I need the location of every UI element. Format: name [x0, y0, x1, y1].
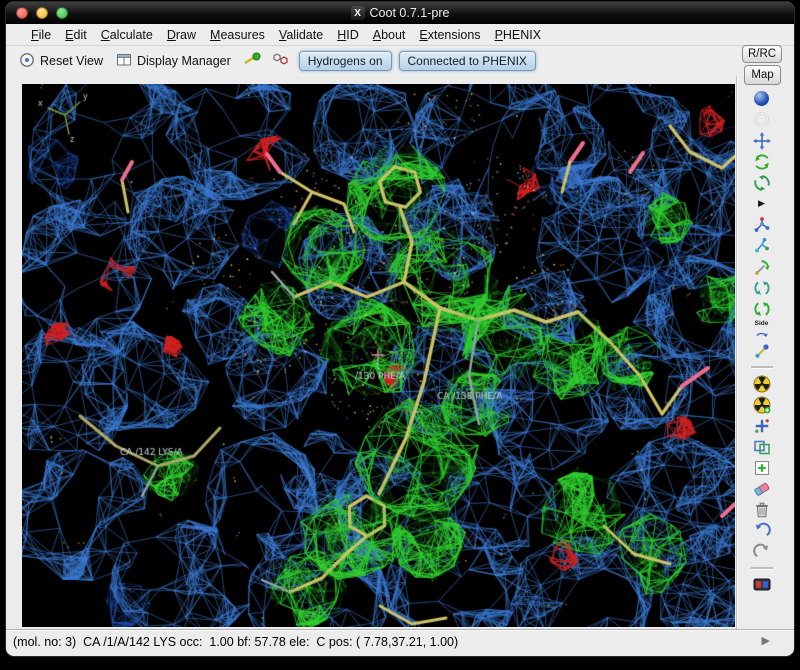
redo-icon[interactable] — [749, 541, 775, 562]
content-area: ▶ Side ▶ — [6, 76, 794, 629]
hydrogens-toggle-button[interactable]: Hydrogens on — [299, 51, 392, 71]
menu-extensions[interactable]: Extensions — [412, 26, 487, 44]
menu-about[interactable]: About — [366, 26, 413, 44]
menu-hid[interactable]: HID — [330, 26, 366, 44]
more-tools-arrow-icon[interactable]: ▶ — [749, 193, 775, 214]
window-title-area: X Coot 0.7.1-pre — [6, 6, 794, 20]
torsion-general-icon[interactable] — [749, 277, 775, 298]
reset-view-label: Reset View — [40, 54, 103, 68]
rotamers-icon[interactable] — [749, 235, 775, 256]
recentring-icon[interactable] — [749, 109, 775, 130]
statusbar: (mol. no: 3) CA /1/A/142 LYS occ: 1.00 b… — [6, 629, 794, 653]
display-manager-icon — [116, 52, 132, 71]
coot-window: X Coot 0.7.1-pre File Edit Calculate Dra… — [6, 2, 794, 656]
titlebar: X Coot 0.7.1-pre — [6, 2, 794, 24]
reset-view-icon — [19, 52, 35, 71]
add-terminal-residue-icon[interactable] — [749, 415, 775, 436]
real-space-refine-zone-icon[interactable] — [749, 151, 775, 172]
main-toolbar: Reset View Display Manager Hydrogens on … — [6, 46, 794, 76]
window-title: Coot 0.7.1-pre — [370, 6, 450, 20]
flip-peptide-icon[interactable] — [749, 298, 775, 319]
refinement-sphere-icon[interactable] — [749, 88, 775, 109]
map-button[interactable]: Map — [744, 65, 781, 85]
menubar: File Edit Calculate Draw Measures Valida… — [6, 24, 794, 46]
menu-measures[interactable]: Measures — [203, 26, 272, 44]
toolbar-overflow-icon[interactable]: ▶ — [762, 636, 770, 647]
delete-item-icon[interactable] — [749, 499, 775, 520]
menu-file[interactable]: File — [24, 26, 58, 44]
side-chain-flip-icon[interactable]: Side — [749, 319, 775, 340]
run-refmac-icon[interactable] — [749, 373, 775, 394]
edit-chi-angles-icon[interactable] — [749, 256, 775, 277]
minimize-button[interactable] — [36, 7, 48, 19]
menu-calculate[interactable]: Calculate — [94, 26, 160, 44]
status-text: (mol. no: 3) CA /1/A/142 LYS occ: 1.00 b… — [13, 635, 458, 649]
stereo-mode-icon[interactable] — [749, 574, 775, 595]
zoom-button[interactable] — [56, 7, 68, 19]
add-alt-conf-icon[interactable] — [749, 436, 775, 457]
phenix-connection-button[interactable]: Connected to PHENIX — [399, 51, 536, 71]
menu-draw[interactable]: Draw — [160, 26, 203, 44]
mutate-residue-icon[interactable] — [749, 394, 775, 415]
ligand-builder-icon — [272, 51, 290, 72]
goto-atom-button[interactable] — [241, 50, 263, 73]
place-atom-icon[interactable] — [749, 457, 775, 478]
modelling-toolbar: ▶ Side — [736, 76, 794, 629]
auto-fit-rotamer-icon[interactable] — [749, 214, 775, 235]
molecular-viewport[interactable] — [22, 84, 735, 627]
rotate-translate-zone-icon[interactable] — [749, 130, 775, 151]
regularize-zone-icon[interactable] — [749, 172, 775, 193]
clear-pending-icon[interactable] — [749, 478, 775, 499]
menu-edit[interactable]: Edit — [58, 26, 94, 44]
menu-phenix[interactable]: PHENIX — [488, 26, 549, 44]
ligand-builder-button[interactable] — [270, 50, 292, 73]
undo-icon[interactable] — [749, 520, 775, 541]
close-button[interactable] — [16, 7, 28, 19]
xquartz-icon: X — [351, 6, 365, 20]
reset-view-button[interactable]: Reset View — [16, 50, 106, 73]
toolbar-separator — [751, 366, 773, 368]
backrub-rotamer-icon[interactable] — [749, 340, 775, 361]
toolbar-separator — [751, 567, 773, 569]
menu-validate[interactable]: Validate — [272, 26, 330, 44]
window-controls — [6, 7, 68, 19]
r-rc-button[interactable]: R/RC — [742, 45, 782, 63]
goto-atom-icon — [243, 51, 261, 72]
display-manager-button[interactable]: Display Manager — [113, 50, 234, 73]
display-manager-label: Display Manager — [137, 54, 231, 68]
